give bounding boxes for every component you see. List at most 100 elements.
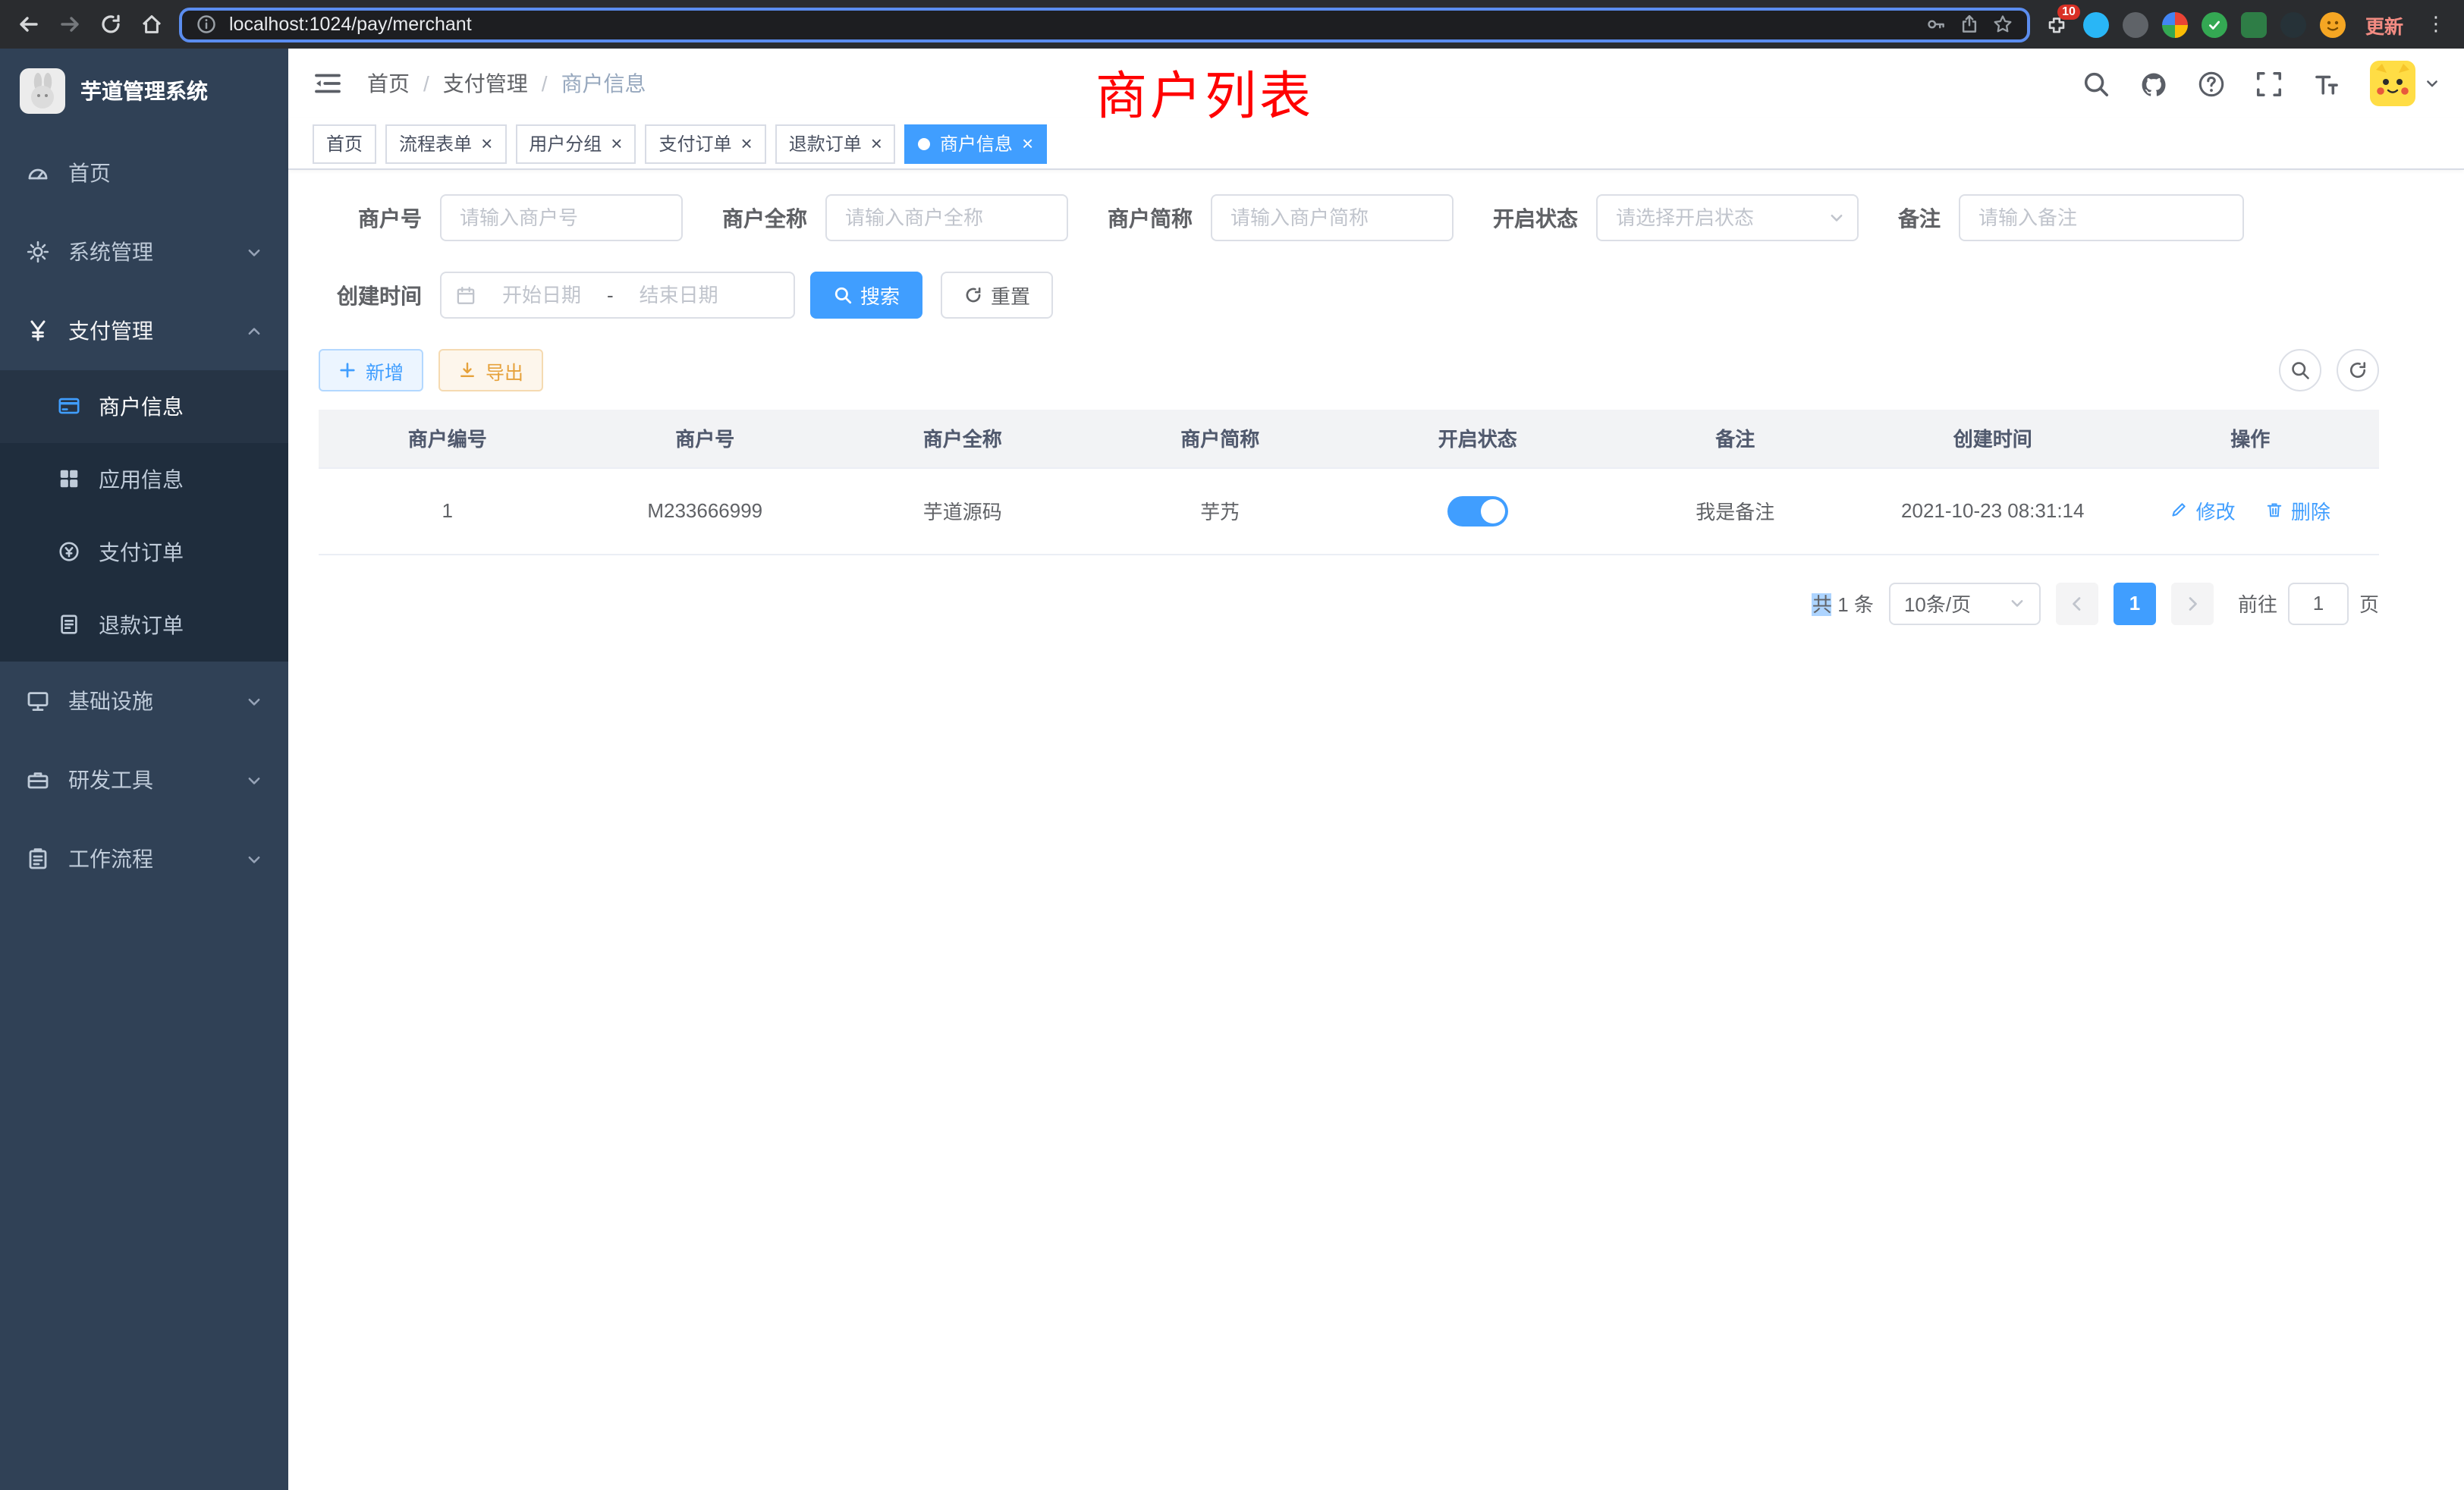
font-size-icon[interactable] [2312, 69, 2341, 98]
remark-input[interactable] [1959, 194, 2244, 241]
help-icon[interactable] [2197, 69, 2226, 98]
address-bar[interactable]: localhost:1024/pay/merchant [179, 7, 2030, 42]
extension-icon-5[interactable] [2241, 11, 2267, 37]
sidebar-item-payment-order[interactable]: 支付订单 [0, 516, 288, 589]
end-date-input[interactable] [621, 284, 737, 306]
toolbar-right [2279, 349, 2379, 391]
back-icon[interactable] [15, 11, 42, 38]
tag-payment-order[interactable]: 支付订单 × [645, 124, 765, 163]
status-toggle[interactable] [1447, 495, 1508, 526]
tag-user-group[interactable]: 用户分组 × [515, 124, 636, 163]
app-logo[interactable]: 芋道管理系统 [0, 49, 288, 134]
sidebar-item-dev-tools[interactable]: 研发工具 [0, 740, 288, 819]
monitor-icon [26, 689, 50, 713]
breadcrumb-item-current: 商户信息 [561, 68, 646, 99]
page-size-select[interactable]: 10条/页 [1889, 582, 2041, 624]
extension-icon-3[interactable] [2162, 11, 2188, 37]
extension-icon-2[interactable] [2123, 11, 2148, 37]
tag-close-icon[interactable]: × [871, 134, 882, 153]
tag-close-icon[interactable]: × [611, 134, 622, 153]
forward-icon[interactable] [56, 11, 83, 38]
top-navbar: 首页 / 支付管理 / 商户信息 [288, 49, 2464, 118]
github-icon[interactable] [2139, 69, 2168, 98]
bookmark-star-icon[interactable] [1992, 14, 2013, 35]
tag-process-form[interactable]: 流程表单 × [385, 124, 506, 163]
delete-link[interactable]: 删除 [2265, 496, 2330, 525]
extensions-puzzle-icon[interactable]: 10 [2044, 11, 2070, 37]
filter-row-1: 商户号 商户全称 商户简称 开启状态 [319, 194, 2379, 241]
page-content: 商户号 商户全称 商户简称 开启状态 [288, 170, 2464, 1490]
profile-avatar-icon[interactable] [2320, 11, 2346, 37]
extension-icon-4[interactable] [2202, 11, 2227, 37]
payment-order-icon [58, 540, 82, 564]
payment-submenu: 商户信息 应用信息 支付订单 [0, 370, 288, 662]
sidebar-item-refund-order[interactable]: 退款订单 [0, 589, 288, 662]
extension-icon-6[interactable] [2280, 11, 2306, 37]
sidebar-item-label: 支付订单 [99, 537, 184, 567]
hamburger-icon[interactable] [313, 68, 343, 99]
sidebar-item-system[interactable]: 系统管理 [0, 212, 288, 291]
full-name-input[interactable] [825, 194, 1068, 241]
extension-icon-1[interactable] [2083, 11, 2109, 37]
table-header-row: 商户编号 商户号 商户全称 商户简称 开启状态 备注 创建时间 操作 [319, 410, 2379, 467]
browser-menu-icon[interactable]: ⋮ [2423, 12, 2449, 36]
sidebar-item-label: 支付管理 [68, 316, 153, 346]
navbar-actions [2082, 61, 2440, 106]
fullscreen-icon[interactable] [2255, 69, 2283, 98]
tag-close-icon[interactable]: × [1022, 134, 1033, 153]
tag-close-icon[interactable]: × [741, 134, 753, 153]
info-icon[interactable] [196, 14, 217, 35]
refresh-table-button[interactable] [2337, 349, 2379, 391]
tag-merchant-info-active[interactable]: 商户信息 × [905, 124, 1047, 163]
sidebar-item-workflow[interactable]: 工作流程 [0, 819, 288, 898]
tags-bar: 首页 流程表单 × 用户分组 × 支付订单 × 退款订单 × [288, 118, 2464, 170]
trash-icon [2265, 501, 2285, 520]
date-range-picker[interactable]: - [440, 272, 795, 319]
table-toolbar: 新增 导出 [319, 349, 2379, 391]
sidebar-item-payment[interactable]: 支付管理 [0, 291, 288, 370]
breadcrumb-item[interactable]: 首页 [367, 68, 410, 99]
sidebar-item-app-info[interactable]: 应用信息 [0, 443, 288, 516]
key-icon[interactable] [1925, 14, 1947, 35]
plus-icon [338, 360, 358, 380]
col-header: 操作 [2122, 410, 2380, 467]
field-label: 开启状态 [1493, 203, 1578, 233]
hide-search-button[interactable] [2279, 349, 2321, 391]
goto-page-input[interactable] [2288, 582, 2349, 624]
edit-link[interactable]: 修改 [2170, 496, 2236, 525]
sidebar-item-label: 应用信息 [99, 464, 184, 495]
logo-rabbit-icon [20, 68, 65, 114]
chevron-down-icon [2425, 76, 2440, 91]
current-page-button[interactable]: 1 [2114, 582, 2156, 624]
breadcrumb-item[interactable]: 支付管理 [443, 68, 528, 99]
reset-button[interactable]: 重置 [941, 272, 1053, 319]
prev-page-button[interactable] [2056, 582, 2098, 624]
browser-update-button[interactable]: 更新 [2359, 10, 2409, 39]
user-avatar-menu[interactable] [2370, 61, 2440, 106]
add-button[interactable]: 新增 [319, 349, 423, 391]
export-button[interactable]: 导出 [438, 349, 543, 391]
url-text[interactable]: localhost:1024/pay/merchant [229, 14, 472, 35]
home-icon[interactable] [138, 11, 165, 38]
reload-icon[interactable] [97, 11, 124, 38]
search-icon [833, 285, 853, 305]
short-name-input[interactable] [1211, 194, 1454, 241]
sidebar-item-home[interactable]: 首页 [0, 134, 288, 212]
next-page-button[interactable] [2171, 582, 2214, 624]
status-select-input[interactable] [1596, 194, 1859, 241]
tag-close-icon[interactable]: × [481, 134, 492, 153]
chevron-down-icon [2009, 595, 2026, 611]
status-select[interactable] [1596, 194, 1859, 241]
search-icon[interactable] [2082, 69, 2110, 98]
sidebar-item-merchant-info[interactable]: 商户信息 [0, 370, 288, 443]
filter-create-time: 创建时间 - [319, 272, 795, 319]
sidebar-item-infra[interactable]: 基础设施 [0, 662, 288, 740]
merchant-no-input[interactable] [440, 194, 683, 241]
filter-full-name: 商户全称 [722, 194, 1068, 241]
search-button[interactable]: 搜索 [810, 272, 922, 319]
start-date-input[interactable] [484, 284, 599, 306]
tag-home[interactable]: 首页 [313, 124, 376, 163]
tag-refund-order[interactable]: 退款订单 × [775, 124, 896, 163]
share-icon[interactable] [1959, 14, 1980, 35]
col-header: 创建时间 [1864, 410, 2122, 467]
